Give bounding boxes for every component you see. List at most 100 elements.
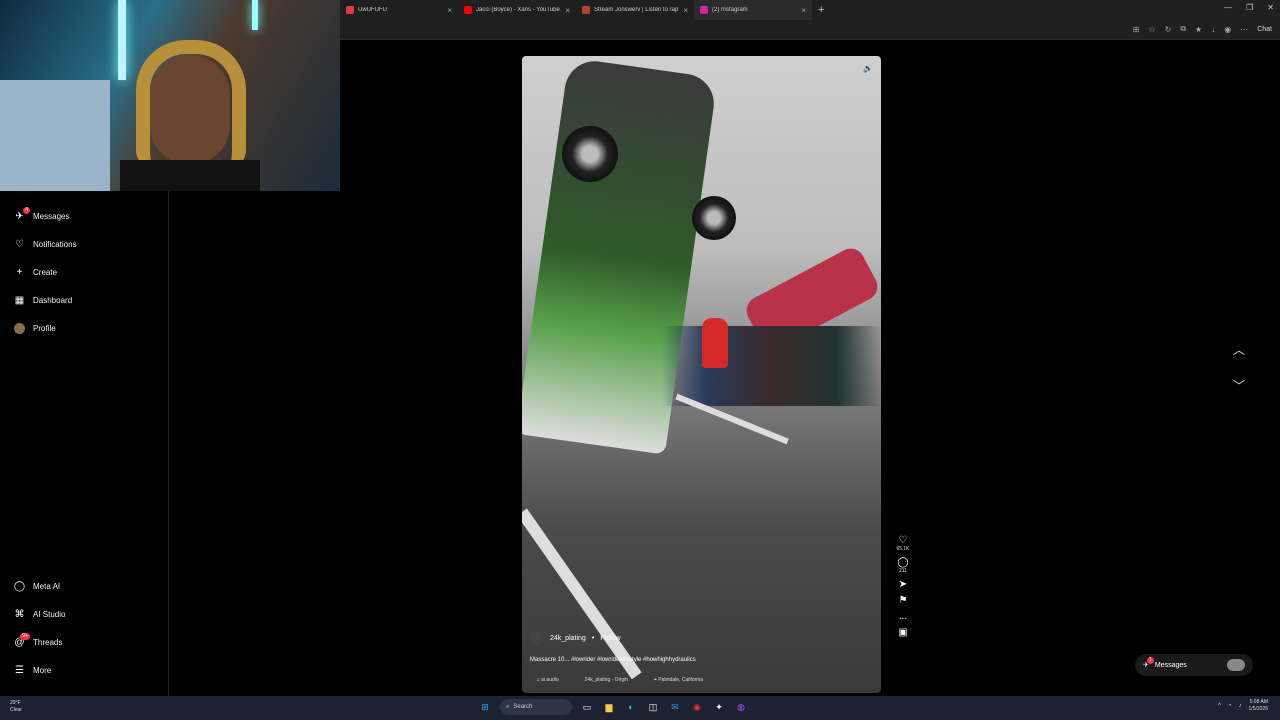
close-icon[interactable]: ×	[565, 6, 570, 15]
avatar-icon	[14, 323, 25, 334]
reel-actions: ♡ 65.1K ◯ 211 ➤ ⚑ ... ▣	[894, 530, 912, 638]
reel-video[interactable]: 🔊 24k_plating • Follow Massacre 10... #l…	[522, 56, 881, 693]
volume-icon[interactable]: 🔊	[863, 64, 873, 73]
app-icon[interactable]: ◉	[690, 700, 704, 714]
weather-widget[interactable]: 29°F Clear	[10, 700, 22, 714]
audio-label: ai audio	[541, 677, 559, 683]
tab-stream[interactable]: Stream Jonswerv | Listen to rap pl ×	[576, 0, 694, 20]
discord-icon[interactable]: ◍	[734, 700, 748, 714]
window-controls: — ❐ ✕	[1224, 3, 1274, 12]
chevron-down-icon[interactable]: ﹀	[1233, 377, 1245, 394]
video-wheel	[562, 126, 618, 182]
location-link[interactable]: ⌖ Palmdale, California	[654, 677, 703, 683]
sidebar-item-messages[interactable]: ✈ 4 Messages	[14, 207, 70, 222]
webcam-overlay	[0, 0, 340, 191]
windows-taskbar: 29°F Clear ⊞ ⌕ Search ▭ ▆ ◐ ◫ ✉ ◉ ✦ ◍ ^ ◔…	[0, 696, 1280, 720]
network-icon[interactable]: ◔	[1228, 703, 1232, 709]
taskbar-search[interactable]: ⌕ Search	[500, 699, 572, 715]
like-heart-icon[interactable]: ♡	[899, 535, 908, 546]
messages-floating-button[interactable]: ✈ 1 Messages	[1135, 654, 1253, 676]
tab-instagram[interactable]: (2) Instagram ×	[694, 0, 812, 20]
audio-link[interactable]: ♫ ai audio	[536, 677, 559, 683]
extensions-icon[interactable]: ⊞	[1133, 25, 1140, 34]
tab-title: (2) Instagram	[712, 7, 748, 13]
like-count: 65.1K	[896, 546, 910, 552]
audio-thumbnail-icon[interactable]: ▣	[898, 627, 907, 638]
windows-start-icon[interactable]: ⊞	[478, 700, 492, 714]
search-label: Search	[513, 704, 533, 710]
bookmark-icon[interactable]: ⚑	[899, 595, 908, 606]
hamburger-icon: ☰	[15, 665, 24, 676]
download-icon[interactable]: ↓	[1211, 25, 1215, 34]
sidebar-item-notifications[interactable]: ♡ Notifications	[14, 239, 77, 250]
search-icon: ⌕	[506, 703, 510, 710]
sidebar-item-more[interactable]: ☰ More	[14, 665, 51, 676]
sidebar-item-dashboard[interactable]: ▦ Dashboard	[14, 295, 72, 306]
streamer-hair	[136, 40, 246, 170]
browser-toolbar: ⊞ ☆ ↻ ⧉ ★ ↓ ◉ ⋯ Chat	[340, 20, 1280, 40]
weather-desc: Clear	[10, 707, 22, 713]
steam-icon[interactable]: ✦	[712, 700, 726, 714]
task-view-icon[interactable]: ▭	[580, 700, 594, 714]
video-person	[702, 318, 728, 368]
split-screen-icon[interactable]: ⧉	[1180, 24, 1186, 34]
profile-icon[interactable]: ◉	[1224, 25, 1231, 34]
reel-caption[interactable]: Massacre 10... #lowrider #lowriderlifest…	[530, 657, 696, 663]
video-crowd	[662, 326, 881, 406]
messages-label: Messages	[1154, 661, 1187, 669]
close-icon[interactable]: ×	[683, 6, 688, 15]
copilot-chat-button[interactable]: Chat	[1257, 26, 1272, 33]
store-icon[interactable]: ◫	[646, 700, 660, 714]
author-avatar[interactable]	[530, 631, 544, 645]
tab-bar: UwUFUFU × Jacci (Boyce) - Xans - YouTube…	[340, 0, 1280, 20]
file-explorer-icon[interactable]: ▆	[602, 700, 616, 714]
tab-title: UwUFUFU	[358, 7, 387, 13]
refresh-icon[interactable]: ↻	[1165, 25, 1172, 34]
close-window-icon[interactable]: ✕	[1267, 3, 1274, 12]
edge-icon[interactable]: ◐	[624, 700, 638, 714]
plus-icon: +	[16, 267, 23, 278]
sidebar-item-label: Dashboard	[33, 296, 73, 305]
favorites-icon[interactable]: ★	[1195, 25, 1202, 34]
menu-dots-icon[interactable]: ⋯	[1240, 25, 1248, 34]
sidebar-item-profile[interactable]: Profile	[14, 323, 56, 334]
comment-icon[interactable]: ◯	[897, 557, 908, 568]
sidebar-item-ai-studio[interactable]: ⌘ AI Studio	[14, 609, 66, 620]
taskbar-apps: ⊞ ⌕ Search ▭ ▆ ◐ ◫ ✉ ◉ ✦ ◍	[478, 699, 748, 715]
original-audio-link[interactable]: 24k_plating · Origin	[585, 677, 628, 683]
instagram-icon	[700, 6, 708, 14]
minimize-icon[interactable]: —	[1224, 3, 1232, 12]
tab-youtube[interactable]: Jacci (Boyce) - Xans - YouTube ×	[458, 0, 576, 20]
close-icon[interactable]: ×	[801, 6, 806, 15]
restore-icon[interactable]: ❐	[1246, 3, 1253, 12]
sidebar-item-threads[interactable]: @9+ Threads	[14, 633, 62, 648]
chevron-up-icon[interactable]: ^	[1218, 703, 1221, 709]
tab-uwufufu[interactable]: UwUFUFU ×	[340, 0, 458, 20]
mail-icon[interactable]: ✉	[668, 700, 682, 714]
share-icon[interactable]: ➤	[899, 579, 907, 590]
led-light	[252, 0, 258, 30]
more-options-button[interactable]: ...	[899, 611, 907, 622]
sidebar-item-meta-ai[interactable]: ◯ Meta AI	[14, 581, 60, 592]
new-tab-button[interactable]: +	[818, 4, 824, 16]
chevron-up-icon[interactable]: ︿	[1233, 341, 1245, 358]
sidebar-item-label: AI Studio	[33, 610, 66, 619]
sidebar-item-label: Messages	[33, 212, 70, 221]
favorite-star-icon[interactable]: ☆	[1148, 25, 1155, 34]
author-username[interactable]: 24k_plating	[550, 635, 586, 642]
follow-button[interactable]: Follow	[600, 635, 620, 642]
volume-icon[interactable]: ♪	[1239, 703, 1242, 709]
streamer-shirt	[120, 160, 260, 191]
close-icon[interactable]: ×	[447, 6, 452, 15]
messages-icon: ✈ 1	[1143, 657, 1154, 669]
avatar-stack	[1227, 659, 1245, 671]
system-clock[interactable]: 5:08 AM 1/5/2026	[1249, 699, 1268, 713]
sidebar-item-create[interactable]: + Create	[14, 267, 57, 278]
tab-title: Stream Jonswerv | Listen to rap pl	[594, 7, 680, 13]
reel-audio-row: ♫ ai audio 24k_plating · Origin ⌖ Palmda…	[536, 677, 703, 683]
bed-background	[0, 80, 110, 191]
sidebar-item-label: Notifications	[33, 240, 77, 249]
reel-author-row: 24k_plating • Follow	[530, 631, 621, 645]
separator-dot: •	[591, 634, 595, 642]
sidebar-item-label: Profile	[33, 324, 56, 333]
